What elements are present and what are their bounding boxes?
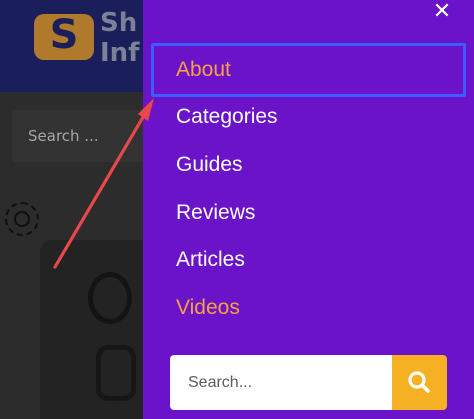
article-image-detail [88,272,132,324]
search-icon [408,371,430,393]
menu-item-reviews[interactable]: Reviews [176,200,255,226]
menu-item-guides[interactable]: Guides [176,152,243,178]
page-search-input: Search ... [12,110,162,162]
close-icon[interactable]: ✕ [423,0,461,26]
menu-item-categories[interactable]: Categories [176,104,278,130]
site-logo-line1: Sh [100,8,138,38]
site-logo-letter: S [49,12,79,58]
menu-item-videos[interactable]: Videos [176,295,240,321]
menu-item-about[interactable]: About [176,57,231,83]
loading-spinner-icon [5,202,39,236]
site-logo-line2: Inf [100,38,140,68]
search-button[interactable] [392,355,447,410]
article-image-detail [96,345,136,401]
menu-search-input[interactable] [170,355,392,410]
menu-item-articles[interactable]: Articles [176,247,245,273]
site-logo-text: Sh Inf [100,8,140,68]
